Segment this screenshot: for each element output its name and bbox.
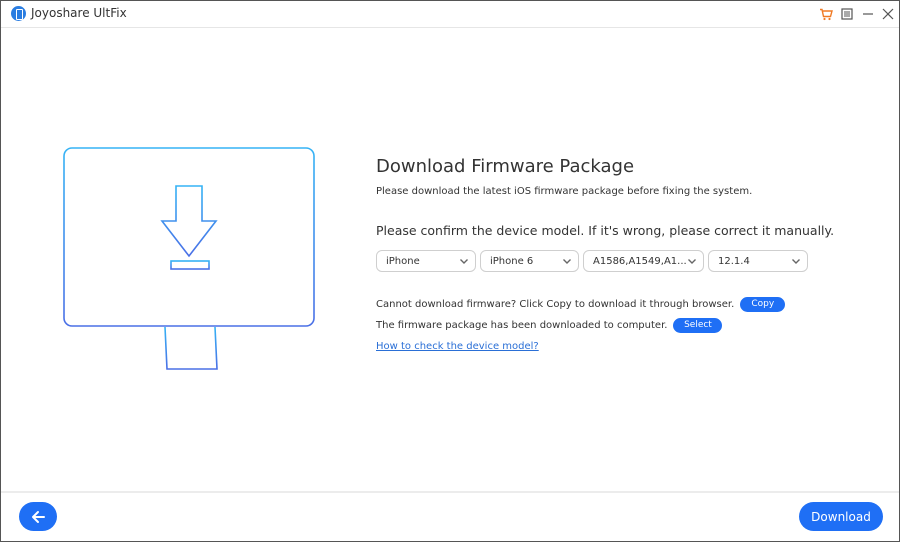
chevron-down-icon [563,259,571,264]
copy-button[interactable]: Copy [740,297,786,312]
device-model-select[interactable]: iPhone 6 [480,250,579,272]
back-button[interactable] [19,502,57,531]
select-firmware-button[interactable]: Select [673,318,723,333]
copy-instruction: Cannot download firmware? Click Copy to … [376,299,735,310]
chevron-down-icon [688,259,696,264]
title-bar: Joyoshare UltFix [1,1,899,28]
select-value: iPhone [386,255,420,267]
confirm-instruction: Please confirm the device model. If it's… [376,223,835,238]
minimize-icon[interactable] [858,4,878,24]
app-logo-icon [11,6,26,21]
page-subtitle: Please download the latest iOS firmware … [376,186,753,197]
help-link[interactable]: How to check the device model? [376,341,539,352]
select-value: iPhone 6 [490,255,534,267]
download-button[interactable]: Download [799,502,883,531]
window-title: Joyoshare UltFix [31,6,127,20]
copy-row: Cannot download firmware? Click Copy to … [376,297,786,312]
monitor-download-icon [63,147,315,370]
select-value: A1586,A1549,A1... [593,255,687,267]
footer-divider [1,491,899,493]
ios-version-select[interactable]: 12.1.4 [708,250,808,272]
cart-icon[interactable] [816,4,836,24]
menu-icon[interactable] [837,4,857,24]
device-type-select[interactable]: iPhone [376,250,476,272]
model-number-select[interactable]: A1586,A1549,A1... [583,250,704,272]
app-window: Joyoshare UltFix Download Firmware Packa… [0,0,900,542]
chevron-down-icon [792,259,800,264]
chevron-down-icon [460,259,468,264]
arrow-left-icon [32,510,45,523]
select-row: The firmware package has been downloaded… [376,318,723,333]
select-instruction: The firmware package has been downloaded… [376,320,668,331]
device-model-selects: iPhone iPhone 6 A1586,A1549,A1... 12.1.4 [376,250,808,272]
close-icon[interactable] [878,4,898,24]
select-value: 12.1.4 [718,255,750,267]
page-title: Download Firmware Package [376,156,635,177]
